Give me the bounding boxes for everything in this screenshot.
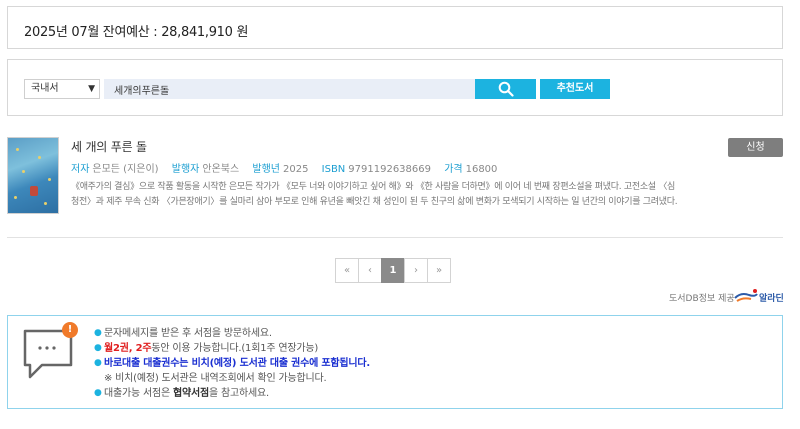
recommended-books-button[interactable]: 추천도서 [540, 79, 610, 99]
book-description-line: 청전〉과 제주 무속 신화 〈가믄장애기〉를 실마리 삼아 부모로 인해 유년을… [71, 197, 678, 207]
author-value: 은모든 (지은이) [92, 164, 159, 175]
book-description-line: 《애주가의 결심》으로 작품 활동을 시작한 은모든 작가가 《모두 너와 이야… [71, 182, 676, 192]
price-value: 16800 [465, 164, 498, 175]
year-label: 발행년 [252, 164, 280, 175]
pagination: « ‹ 1 › » [335, 258, 451, 283]
first-page-button[interactable]: « [335, 258, 359, 283]
book-cover-image[interactable] [7, 137, 59, 214]
year-value: 2025 [283, 164, 309, 175]
book-meta: 저자 은모든 (지은이) 발행자 안온북스 발행년 2025 ISBN 97911926… [71, 160, 507, 175]
category-select-value: 국내서 [31, 83, 59, 94]
aladin-logo-icon [734, 289, 758, 302]
search-button[interactable] [475, 79, 536, 99]
publisher-label: 발행자 [171, 164, 200, 175]
budget-panel: 2025년 07월 잔여예산 : 28,841,910 원 [7, 6, 783, 49]
data-provider-label: 도서DB정보 제공 [669, 294, 735, 304]
alert-icon: ! [62, 322, 78, 338]
current-page-button[interactable]: 1 [381, 258, 405, 283]
aladin-logo-text: 알라딘 [759, 294, 784, 304]
book-title[interactable]: 세 개의 푸른 돌 [71, 138, 147, 155]
notice-item: ● 대출가능 서점은 협약서점을 참고하세요. [94, 388, 269, 399]
notice-item: ● 문자메세지를 받은 후 서점을 방문하세요. [94, 328, 272, 339]
notice-item: ● 바로대출 대출권수는 비치(예정) 도서관 대출 권수에 포함됩니다. [94, 358, 371, 369]
search-panel: 국내서 ▼ 추천도서 [7, 59, 783, 116]
apply-button[interactable]: 신청 [728, 138, 783, 157]
isbn-label: ISBN [321, 164, 346, 175]
author-label: 저자 [71, 164, 90, 175]
category-select[interactable]: 국내서 ▼ [24, 79, 100, 99]
chevron-down-icon: ▼ [88, 84, 95, 94]
search-icon [498, 81, 514, 97]
notice-list: ● 문자메세지를 받은 후 서점을 방문하세요. ● 월2권, 2주동안 이용 가능… [94, 326, 370, 401]
notice-item: ※ 비치(예정) 도서관은 내역조회에서 확인 가능합니다. [104, 373, 327, 384]
next-page-button[interactable]: › [404, 258, 428, 283]
book-result-item: 세 개의 푸른 돌 저자 은모든 (지은이) 발행자 안온북스 발행년 2025 IS… [7, 128, 783, 238]
book-description: 《애주가의 결심》으로 작품 활동을 시작한 은모든 작가가 《모두 너와 이야… [71, 180, 711, 210]
publisher-value: 안온북스 [202, 164, 240, 175]
remaining-budget-text: 2025년 07월 잔여예산 : 28,841,910 원 [24, 25, 249, 40]
search-input[interactable] [104, 79, 475, 99]
notice-item: ● 월2권, 2주동안 이용 가능합니다.(1회1주 연장가능) [94, 343, 319, 354]
price-label: 가격 [444, 164, 463, 175]
isbn-value: 9791192638669 [348, 164, 431, 175]
notice-panel: ! ● 문자메세지를 받은 후 서점을 방문하세요. ● 월2권, 2주동안 이용 … [7, 315, 783, 409]
last-page-button[interactable]: » [427, 258, 451, 283]
prev-page-button[interactable]: ‹ [358, 258, 382, 283]
